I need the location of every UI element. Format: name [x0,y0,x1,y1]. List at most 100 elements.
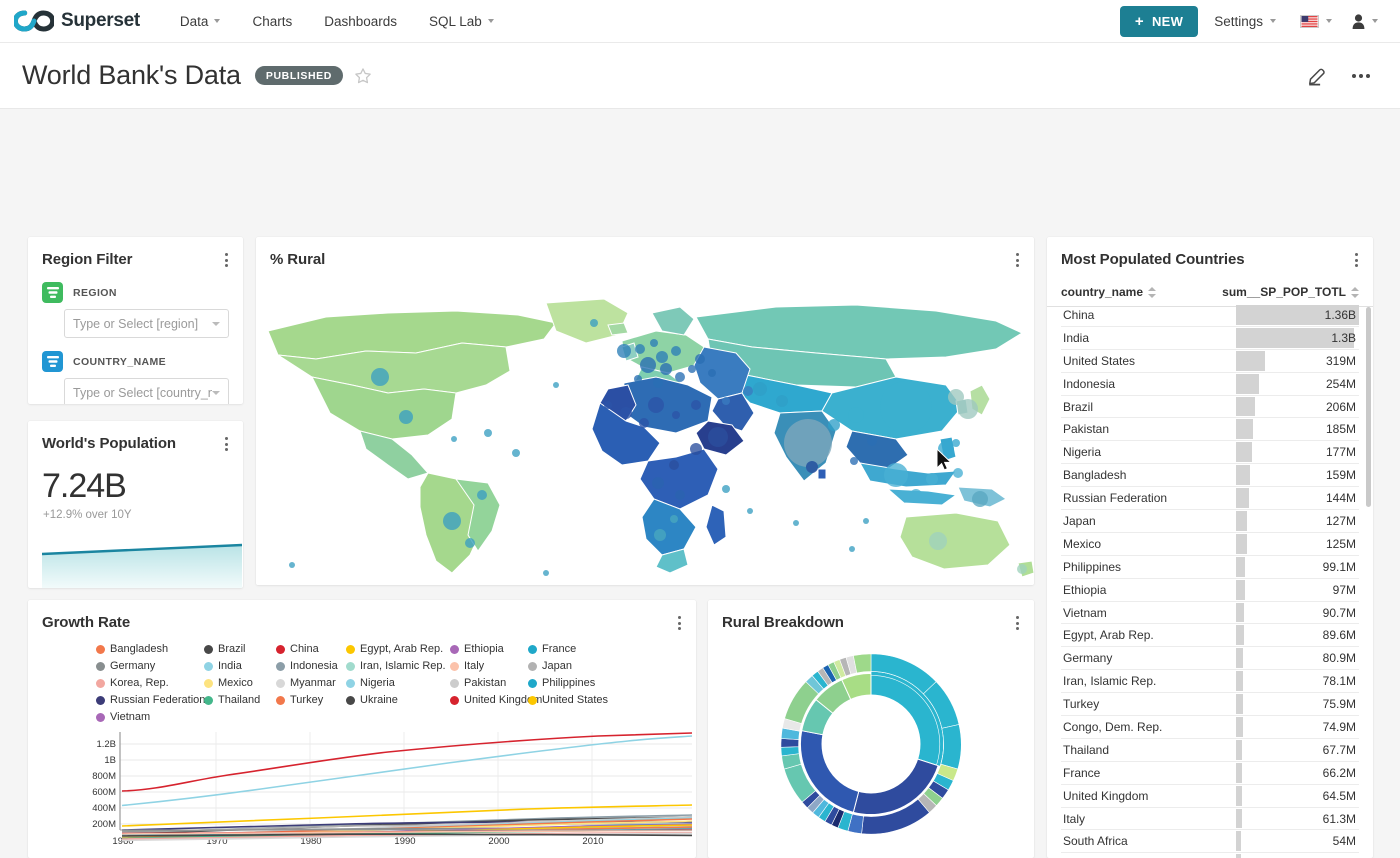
legend-label: France [542,641,576,658]
svg-text:1.2B: 1.2B [96,739,116,750]
column-header-country-name[interactable]: country_name [1061,280,1222,306]
legend-item[interactable]: Turkey [276,692,346,709]
growth-rate-line-chart[interactable]: 1.2B 1B 800M 600M 400M 200M 1960 1970 19… [28,730,696,858]
cell-bar [1236,351,1265,371]
new-button[interactable]: + NEW [1120,6,1198,37]
legend-item[interactable]: Thailand [204,692,276,709]
svg-text:2000: 2000 [488,836,509,847]
table-row[interactable]: India1.3B [1061,327,1359,350]
cell-country-name: South Africa [1061,830,1236,852]
table-row[interactable]: Japan127M [1061,510,1359,533]
table-row[interactable]: Vietnam90.7M [1061,602,1359,625]
table-row[interactable]: Myanmar53.4M [1061,853,1359,858]
table-row[interactable]: Brazil206M [1061,396,1359,419]
table-row[interactable]: Iran, Islamic Rep.78.1M [1061,670,1359,693]
table-row[interactable]: Ethiopia97M [1061,579,1359,602]
legend-item[interactable]: France [528,641,608,658]
table-row[interactable]: Indonesia254M [1061,373,1359,396]
legend-item[interactable]: India [204,658,276,675]
user-menu[interactable] [1344,6,1388,37]
table-row[interactable]: Nigeria177M [1061,441,1359,464]
legend-item[interactable]: United Kingdom [450,692,528,709]
table-row[interactable]: Bangladesh159M [1061,464,1359,487]
world-map[interactable] [256,273,1034,585]
settings-menu[interactable]: Settings [1202,6,1288,37]
legend-label: Nigeria [360,675,395,692]
card-menu-icon[interactable] [677,614,682,632]
legend-item[interactable]: Korea, Rep. [96,675,204,692]
card-header: Rural Breakdown [708,600,1034,632]
status-badge[interactable]: PUBLISHED [255,66,343,85]
card-menu-icon[interactable] [1015,251,1020,269]
legend-item[interactable]: United States [528,692,608,709]
table-scrollbar[interactable] [1366,307,1371,507]
legend-item[interactable]: China [276,641,346,658]
legend-item[interactable]: Brazil [204,641,276,658]
nav-item-charts[interactable]: Charts [236,6,308,37]
table-row[interactable]: Pakistan185M [1061,418,1359,441]
column-header-sum-sp-pop-totl[interactable]: sum__SP_POP_TOTL [1222,280,1359,306]
legend-item[interactable]: Philippines [528,675,608,692]
more-horizontal-icon[interactable] [1348,70,1374,82]
table-row[interactable]: Russian Federation144M [1061,487,1359,510]
table-row[interactable]: China1.36B [1061,304,1359,327]
table-body[interactable]: China1.36BIndia1.3BUnited States319MIndo… [1047,304,1373,858]
nav-item-data[interactable]: Data [164,6,237,37]
table-row[interactable]: South Africa54M [1061,830,1359,853]
legend-label: Korea, Rep. [110,675,169,692]
legend-item[interactable]: Pakistan [450,675,528,692]
legend-item[interactable]: Bangladesh [96,641,204,658]
legend-item[interactable]: Mexico [204,675,276,692]
card-menu-icon[interactable] [1015,614,1020,632]
table-row[interactable]: Congo, Dem. Rep.74.9M [1061,716,1359,739]
cell-population: 185M [1236,418,1359,440]
table-row[interactable]: Egypt, Arab Rep.89.6M [1061,624,1359,647]
cell-bar [1236,786,1242,806]
table-row[interactable]: Mexico125M [1061,533,1359,556]
language-menu[interactable] [1292,7,1340,36]
cell-population: 75.9M [1236,693,1359,715]
cell-population-value: 125M [1326,537,1359,551]
table-row[interactable]: Germany80.9M [1061,647,1359,670]
table-row[interactable]: Thailand67.7M [1061,739,1359,762]
nav-item-sql-lab[interactable]: SQL Lab [413,6,510,37]
table-row[interactable]: France66.2M [1061,762,1359,785]
cell-population: 64.5M [1236,785,1359,807]
legend-item[interactable]: Myanmar [276,675,346,692]
table-row[interactable]: Italy61.3M [1061,808,1359,831]
star-icon[interactable] [354,67,372,85]
superset-logo-link[interactable]: Superset [14,10,140,32]
svg-text:1990: 1990 [394,836,415,847]
legend-item[interactable]: Vietnam [96,709,204,726]
table-row[interactable]: United Kingdom64.5M [1061,785,1359,808]
cell-population: 1.36B [1236,304,1359,326]
legend-item[interactable]: Nigeria [346,675,450,692]
cell-bar [1236,648,1243,668]
card-menu-icon[interactable] [224,251,229,269]
legend-item[interactable]: Germany [96,658,204,675]
nav-item-dashboards-label: Dashboards [324,14,397,29]
card-menu-icon[interactable] [1354,251,1359,269]
legend-item[interactable]: Ukraine [346,692,450,709]
cell-bar [1236,374,1259,394]
legend-item[interactable]: Indonesia [276,658,346,675]
filter-label-region: REGION [73,287,117,299]
sunburst-chart[interactable] [708,634,1034,854]
cell-country-name: Philippines [1061,556,1236,578]
legend-item[interactable]: Russian Federation [96,692,204,709]
legend-item[interactable]: Ethiopia [450,641,528,658]
card-menu-icon[interactable] [224,435,229,453]
country-name-select[interactable]: Type or Select [country_name] [64,378,229,404]
legend-item[interactable]: Iran, Islamic Rep. [346,658,450,675]
table-row[interactable]: Philippines99.1M [1061,556,1359,579]
region-select[interactable]: Type or Select [region] [64,309,229,338]
nav-item-dashboards[interactable]: Dashboards [308,6,413,37]
table-row[interactable]: United States319M [1061,350,1359,373]
pencil-edit-icon[interactable] [1307,65,1328,86]
cell-population: 61.3M [1236,808,1359,830]
legend-item[interactable]: Japan [528,658,608,675]
table-row[interactable]: Turkey75.9M [1061,693,1359,716]
legend-item[interactable]: Italy [450,658,528,675]
legend-item[interactable]: Egypt, Arab Rep. [346,641,450,658]
cell-country-name: Pakistan [1061,418,1236,440]
